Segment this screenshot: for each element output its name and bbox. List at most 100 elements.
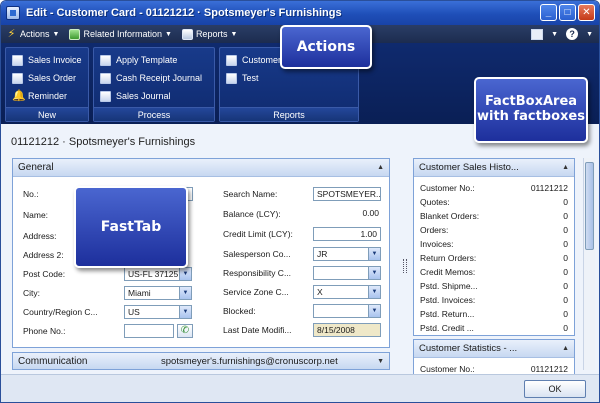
journal-icon — [100, 90, 111, 102]
chevron-down-icon: ▼ — [230, 30, 238, 38]
communication-email-summary: spotsmeyer's.furnishings@cronuscorp.net — [161, 355, 338, 367]
scrollbar-thumb[interactable] — [585, 162, 594, 250]
chevron-down-icon[interactable]: ▼ — [586, 31, 593, 38]
close-button[interactable]: ✕ — [578, 4, 595, 21]
post-code-input[interactable]: US-FL 37125 ▼ — [124, 267, 192, 281]
phone-input[interactable] — [124, 324, 174, 338]
sales-invoice-button[interactable]: Sales Invoice — [12, 51, 82, 69]
factbox-row[interactable]: Pstd. Return... 0 — [420, 309, 568, 323]
country-field-label: Country/Region C... — [23, 307, 98, 317]
name-field-label: Name: — [23, 210, 49, 220]
factbox-row[interactable]: Pstd. Shipme... 0 — [420, 281, 568, 295]
report-icon — [226, 54, 237, 66]
service-zone-code-input[interactable]: X ▼ — [313, 285, 381, 299]
template-icon — [100, 54, 111, 66]
menu-actions[interactable]: ⚡ Actions ▼ — [1, 25, 64, 43]
chevron-down-icon[interactable]: ▼ — [179, 306, 191, 318]
responsibility-center-input[interactable]: ▼ — [313, 266, 381, 280]
city-input[interactable]: Miami ▼ — [124, 286, 192, 300]
factbox-sales-header[interactable]: Customer Sales Histo... ▲ — [414, 159, 574, 177]
sales-invoice-label: Sales Invoice — [28, 55, 82, 65]
factbox-sales-title: Customer Sales Histo... — [419, 162, 519, 173]
communication-header-label: Communication — [18, 355, 88, 367]
reminder-button[interactable]: 🔔 Reminder — [12, 87, 82, 105]
factbox-stats-header[interactable]: Customer Statistics - ... ▲ — [414, 340, 574, 358]
footer-bar: OK — [1, 374, 599, 402]
chevron-down-icon[interactable]: ▼ — [368, 248, 380, 260]
chevron-down-icon[interactable]: ▼ — [551, 31, 558, 38]
salesperson-code-input[interactable]: JR ▼ — [313, 247, 381, 261]
chevron-down-icon[interactable]: ▼ — [368, 267, 380, 279]
document-icon — [12, 54, 23, 66]
responsibility-center-label: Responsibility C... — [223, 268, 292, 278]
address-field-label: Address: — [23, 231, 57, 241]
service-zone-code-label: Service Zone C... — [223, 287, 289, 297]
callout-fasttab: FastTab — [74, 186, 188, 268]
collapse-icon[interactable]: ▲ — [562, 164, 569, 171]
country-input[interactable]: US ▼ — [124, 305, 192, 319]
expand-icon[interactable]: ▼ — [377, 358, 384, 365]
cash-receipt-journal-button[interactable]: Cash Receipt Journal — [100, 69, 202, 87]
chevron-down-icon[interactable]: ▼ — [179, 268, 191, 280]
page-title: 01121212 · Spotsmeyer's Furnishings — [11, 136, 196, 148]
help-icon[interactable]: ? — [566, 28, 579, 40]
collapse-icon[interactable]: ▲ — [562, 345, 569, 352]
factbox-row[interactable]: Orders: 0 — [420, 225, 568, 239]
chevron-down-icon[interactable]: ▼ — [368, 305, 380, 317]
general-header-label: General — [18, 162, 54, 173]
factbox-scrollbar[interactable] — [583, 158, 595, 370]
maximize-button[interactable]: □ — [559, 4, 576, 21]
credit-limit-input[interactable]: 1.00 — [313, 227, 381, 241]
test-report-label: Test — [242, 73, 259, 83]
chevron-down-icon[interactable]: ▼ — [179, 287, 191, 299]
sales-journal-button[interactable]: Sales Journal — [100, 87, 202, 105]
menu-reports-label: Reports — [195, 29, 228, 39]
general-fasttab-header[interactable]: General ▲ — [13, 159, 389, 177]
menu-related-information[interactable]: Related Information ▼ — [64, 25, 176, 43]
menu-related-label: Related Information — [83, 29, 162, 39]
ok-button[interactable]: OK — [524, 380, 586, 398]
factbox-stats-title: Customer Statistics - ... — [419, 343, 518, 354]
callout-factbox-area: FactBoxArea with factboxes — [474, 77, 588, 143]
chevron-down-icon[interactable]: ▼ — [368, 286, 380, 298]
factbox-row[interactable]: Credit Memos: 0 — [420, 267, 568, 281]
customize-icon[interactable] — [531, 28, 544, 40]
minimize-button[interactable]: _ — [540, 4, 557, 21]
reports-icon — [181, 28, 193, 40]
window-title: Edit - Customer Card - 01121212 · Spotsm… — [26, 7, 342, 19]
city-field-label: City: — [23, 288, 40, 298]
communication-fasttab[interactable]: Communication spotsmeyer's.furnishings@c… — [12, 352, 390, 370]
factbox-row: Customer No.: 01121212 — [420, 183, 568, 193]
blocked-input[interactable]: ▼ — [313, 304, 381, 318]
phone-call-icon[interactable]: ✆ — [177, 324, 193, 338]
credit-limit-label: Credit Limit (LCY): — [223, 229, 293, 239]
search-name-input[interactable]: SPOTSMEYER... — [313, 187, 381, 201]
apply-template-button[interactable]: Apply Template — [100, 51, 202, 69]
balance-value[interactable]: 0.00 — [313, 208, 379, 218]
customer-card-window: Edit - Customer Card - 01121212 · Spotsm… — [0, 0, 600, 403]
ribbon-group-label: Process — [94, 107, 214, 121]
factbox-row[interactable]: Pstd. Credit ... 0 — [420, 323, 568, 337]
last-date-modified-input: 8/15/2008 — [313, 323, 381, 337]
lightning-icon: ⚡ — [7, 27, 16, 40]
collapse-icon[interactable]: ▲ — [377, 164, 384, 171]
factbox-row: Customer No.: 01121212 — [420, 364, 568, 374]
balance-label: Balance (LCY): — [223, 209, 281, 219]
menu-actions-label: Actions — [20, 29, 50, 39]
test-report-button[interactable]: Test — [226, 69, 281, 87]
factbox-row[interactable]: Blanket Orders: 0 — [420, 211, 568, 225]
document-icon — [12, 72, 23, 84]
factbox-row[interactable]: Invoices: 0 — [420, 239, 568, 253]
factbox-customer-statistics: Customer Statistics - ... ▲ Customer No.… — [413, 339, 575, 374]
sales-order-button[interactable]: Sales Order — [12, 69, 82, 87]
factbox-row[interactable]: Quotes: 0 — [420, 197, 568, 211]
customer-report-label: Customer — [242, 55, 282, 65]
menu-reports[interactable]: Reports ▼ — [177, 25, 242, 43]
factbox-row[interactable]: Pstd. Invoices: 0 — [420, 295, 568, 309]
factbox-row[interactable]: Return Orders: 0 — [420, 253, 568, 267]
factbox-splitter[interactable] — [403, 259, 407, 273]
customer-report-button[interactable]: Customer — [226, 51, 281, 69]
search-name-label: Search Name: — [223, 189, 278, 199]
title-bar: Edit - Customer Card - 01121212 · Spotsm… — [1, 1, 599, 25]
ribbon-group-new: Sales Invoice Sales Order 🔔 Reminder New — [5, 47, 89, 122]
